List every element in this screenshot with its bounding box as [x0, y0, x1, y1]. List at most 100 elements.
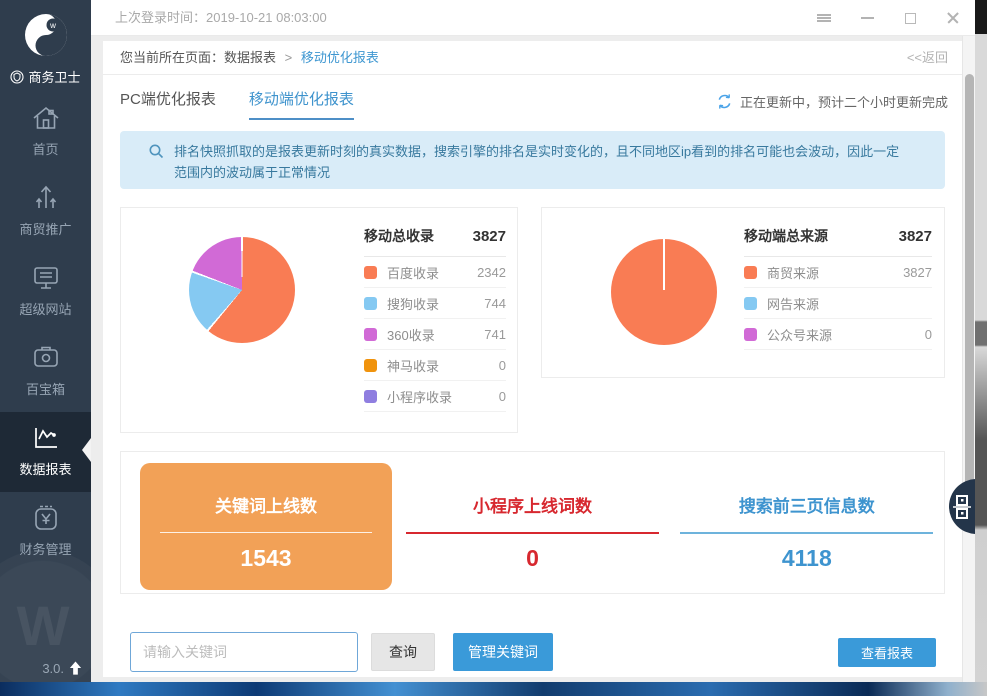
stat-label: 小程序上线词数	[395, 492, 669, 517]
pie-card-mobile-source: 移动端总来源 3827 商贸来源3827 网告来源公众号来源0	[541, 207, 945, 378]
toolbox-icon	[31, 344, 61, 372]
legend-value: 3827	[903, 265, 932, 280]
stats-card: 关键词上线数 1543 小程序上线词数 0 搜索前三页信息数 4118	[120, 451, 945, 594]
legend-label: 360收录	[387, 325, 484, 344]
notice-text: 排名快照抓取的是报表更新时刻的真实数据，搜索引擎的排名是实时变化的，且不同地区i…	[174, 141, 905, 189]
legend-label: 搜狗收录	[387, 294, 484, 313]
search-icon	[148, 143, 165, 160]
finance-yen-icon	[31, 504, 61, 532]
sidebar-item-label: 首页	[0, 139, 91, 158]
legend-row: 百度收录2342	[364, 257, 506, 288]
sidebar-item-toolbox[interactable]: 百宝箱	[0, 332, 91, 412]
tab-mobile-report[interactable]: 移动端优化报表	[249, 88, 354, 120]
legend-swatch-icon	[744, 297, 757, 310]
update-status-text: 正在更新中，预计二个小时更新完成	[740, 92, 948, 111]
query-button[interactable]: 查询	[371, 633, 435, 671]
app-logo-icon: w	[23, 12, 69, 58]
tab-pc-report[interactable]: PC端优化报表	[120, 88, 216, 120]
titlebar: 上次登录时间：2019-10-21 08:03:00	[91, 0, 975, 36]
content-area: 您当前所在页面：数据报表 > 移动优化报表 <<返回 PC端优化报表 移动端优化…	[91, 36, 975, 682]
pie-chart[interactable]	[611, 239, 717, 345]
sidebar-item-website[interactable]: 超级网站	[0, 252, 91, 332]
pie-card-mobile-index: 移动总收录 3827 百度收录2342搜狗收录744360收录741神马收录0小…	[120, 207, 518, 433]
legend-value: 0	[925, 327, 932, 342]
sidebar: w 商务卫士 首页 商贸推广	[0, 0, 91, 682]
sidebar-item-label: 商贸推广	[0, 219, 91, 238]
legend-swatch-icon	[364, 297, 377, 310]
legend-swatch-icon	[364, 390, 377, 403]
sidebar-item-label: 数据报表	[0, 459, 91, 478]
vertical-scrollbar	[962, 36, 975, 682]
stat-label: 关键词上线数	[140, 492, 392, 517]
breadcrumb: 您当前所在页面：数据报表 > 移动优化报表 <<返回	[103, 41, 962, 75]
main-panel: 您当前所在页面：数据报表 > 移动优化报表 <<返回 PC端优化报表 移动端优化…	[103, 41, 962, 677]
stat-top3-pages-info[interactable]: 搜索前三页信息数 4118	[670, 452, 944, 593]
breadcrumb-section: 数据报表	[224, 50, 276, 65]
legend-row: 商贸来源3827	[744, 257, 932, 288]
maximize-icon[interactable]	[902, 10, 918, 26]
brand-logo: w 商务卫士	[0, 0, 91, 92]
breadcrumb-separator: >	[285, 50, 293, 65]
minimize-icon[interactable]	[859, 10, 875, 26]
stat-divider	[406, 532, 659, 534]
menu-icon[interactable]	[816, 10, 832, 26]
legend-title: 移动总收录	[364, 226, 434, 246]
report-tabs: PC端优化报表 移动端优化报表	[120, 88, 354, 120]
legend-label: 网告来源	[767, 294, 932, 313]
legend-row: 搜狗收录744	[364, 288, 506, 319]
legend-value: 0	[499, 389, 506, 404]
update-status: 正在更新中，预计二个小时更新完成	[716, 92, 948, 111]
legend-row: 小程序收录0	[364, 381, 506, 412]
close-icon[interactable]	[945, 10, 961, 26]
home-icon	[31, 104, 61, 132]
stat-miniapp-words[interactable]: 小程序上线词数 0	[395, 452, 669, 593]
qr-code-icon	[951, 494, 976, 520]
sidebar-item-promotion[interactable]: 商贸推广	[0, 172, 91, 252]
pie-legend: 移动总收录 3827 百度收录2342搜狗收录744360收录741神马收录0小…	[364, 226, 506, 412]
view-report-button[interactable]: 查看报表	[838, 638, 936, 667]
stat-label: 搜索前三页信息数	[670, 492, 944, 517]
legend-value: 0	[499, 358, 506, 373]
legend-value: 2342	[477, 265, 506, 280]
refresh-icon	[716, 93, 733, 110]
legend-swatch-icon	[364, 266, 377, 279]
manage-keywords-button[interactable]: 管理关键词	[453, 633, 553, 671]
svg-text:w: w	[49, 21, 56, 30]
legend-total: 3827	[899, 228, 932, 245]
legend-row: 360收录741	[364, 319, 506, 350]
keyword-input[interactable]	[130, 632, 358, 672]
legend-label: 公众号来源	[767, 325, 925, 344]
active-item-notch	[82, 438, 91, 462]
stat-value: 0	[395, 545, 669, 572]
scrollbar-thumb[interactable]	[965, 74, 974, 524]
pie-start-line	[663, 239, 665, 290]
breadcrumb-prefix: 您当前所在页面：	[120, 50, 224, 65]
desktop-edge	[975, 0, 987, 682]
notice-banner: 排名快照抓取的是报表更新时刻的真实数据，搜索引擎的排名是实时变化的，且不同地区i…	[120, 131, 945, 189]
desktop-wallpaper	[0, 682, 987, 696]
legend-label: 小程序收录	[387, 387, 499, 406]
last-login-time: 上次登录时间：2019-10-21 08:03:00	[115, 0, 327, 36]
sidebar-item-label: 超级网站	[0, 299, 91, 318]
legend-row: 神马收录0	[364, 350, 506, 381]
legend-swatch-icon	[744, 328, 757, 341]
sidebar-item-label: 百宝箱	[0, 379, 91, 398]
stat-keywords-online[interactable]: 关键词上线数 1543	[140, 463, 392, 590]
update-arrow-icon[interactable]	[68, 660, 83, 676]
shield-badge-icon	[10, 70, 24, 84]
legend-title: 移动端总来源	[744, 226, 828, 246]
legend-label: 神马收录	[387, 356, 499, 375]
pie-chart[interactable]	[189, 237, 295, 343]
back-link[interactable]: <<返回	[907, 41, 948, 75]
legend-value: 741	[484, 327, 506, 342]
legend-row: 网告来源	[744, 288, 932, 319]
legend-total: 3827	[473, 228, 506, 245]
brand-name: 商务卫士	[28, 67, 80, 86]
chart-line-icon	[31, 424, 61, 452]
stat-value: 4118	[670, 545, 944, 572]
sidebar-item-home[interactable]: 首页	[0, 92, 91, 172]
pie-legend: 移动端总来源 3827 商贸来源3827 网告来源公众号来源0	[744, 226, 932, 350]
sidebar-item-reports[interactable]: 数据报表	[0, 412, 91, 492]
monitor-icon	[31, 264, 61, 292]
breadcrumb-current-link[interactable]: 移动优化报表	[301, 50, 379, 65]
